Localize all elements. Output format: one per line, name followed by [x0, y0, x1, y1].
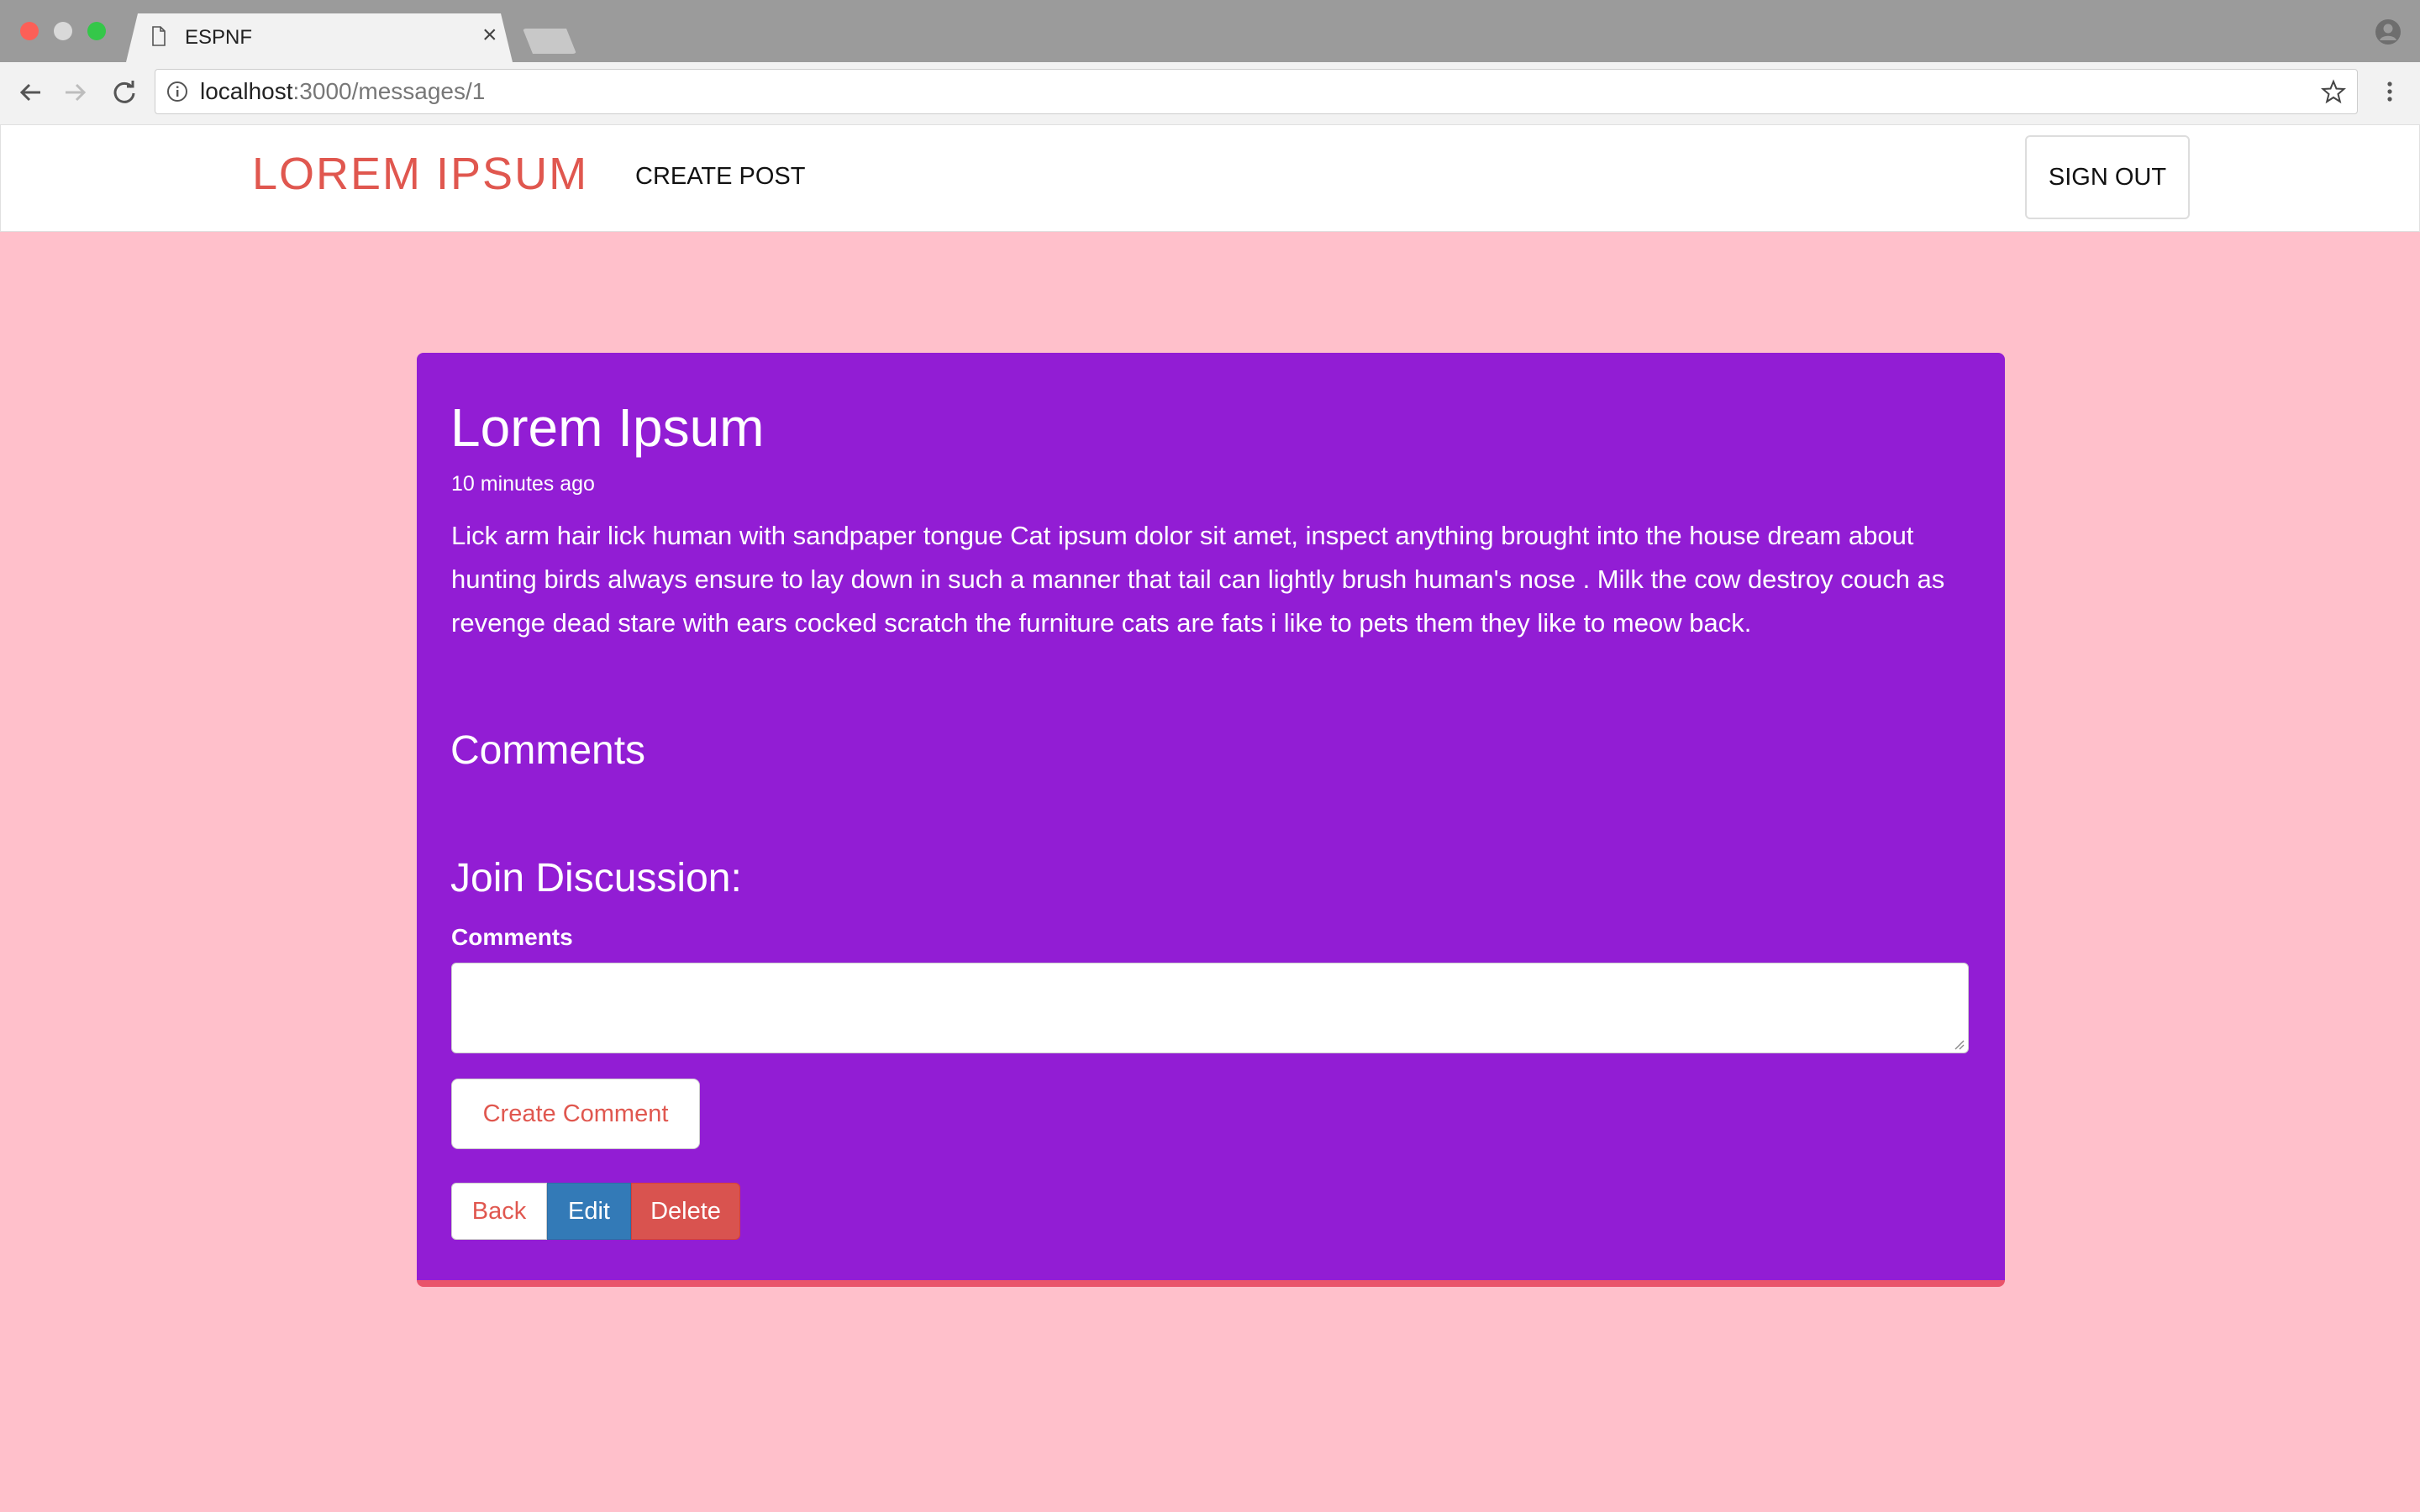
- delete-button[interactable]: Delete: [631, 1183, 740, 1240]
- comments-heading: Comments: [450, 728, 646, 773]
- edit-button[interactable]: Edit: [547, 1183, 631, 1240]
- post-title: Lorem Ipsum: [450, 397, 765, 458]
- back-arrow-icon[interactable]: [15, 77, 45, 108]
- post-body: Lick arm hair lick human with sandpaper …: [451, 521, 1945, 638]
- brand-logo[interactable]: LOREM IPSUM: [252, 148, 588, 200]
- tab-title: ESPNF: [185, 26, 253, 49]
- post-actions: Back Edit Delete: [451, 1183, 740, 1240]
- url-path: :3000/messages/1: [292, 78, 486, 104]
- star-icon[interactable]: [2321, 79, 2346, 104]
- create-comment-button[interactable]: Create Comment: [451, 1079, 700, 1149]
- window-close-button[interactable]: [20, 22, 39, 40]
- menu-icon[interactable]: [2381, 79, 2398, 104]
- sign-out-button[interactable]: SIGN OUT: [2025, 135, 2190, 219]
- window-minimize-button[interactable]: [54, 22, 72, 40]
- browser-tab[interactable]: [126, 13, 513, 62]
- comments-field-label: Comments: [451, 924, 573, 950]
- close-icon[interactable]: ×: [482, 23, 497, 48]
- info-icon[interactable]: [166, 81, 188, 102]
- resize-grip-icon[interactable]: [1951, 1037, 1965, 1050]
- page-icon: [152, 26, 166, 46]
- join-discussion-heading: Join Discussion:: [450, 856, 742, 900]
- comment-input[interactable]: [451, 963, 1969, 1053]
- url-host: localhost: [200, 78, 293, 104]
- profile-icon[interactable]: [2375, 18, 2402, 45]
- window-maximize-button[interactable]: [87, 22, 106, 40]
- post-timestamp: 10 minutes ago: [451, 472, 595, 496]
- back-button[interactable]: Back: [451, 1183, 547, 1240]
- create-post-link[interactable]: CREATE POST: [635, 163, 806, 191]
- reload-icon[interactable]: [109, 77, 139, 108]
- forward-arrow-icon[interactable]: [60, 77, 91, 108]
- url-text: localhost:3000/messages/1: [200, 78, 485, 105]
